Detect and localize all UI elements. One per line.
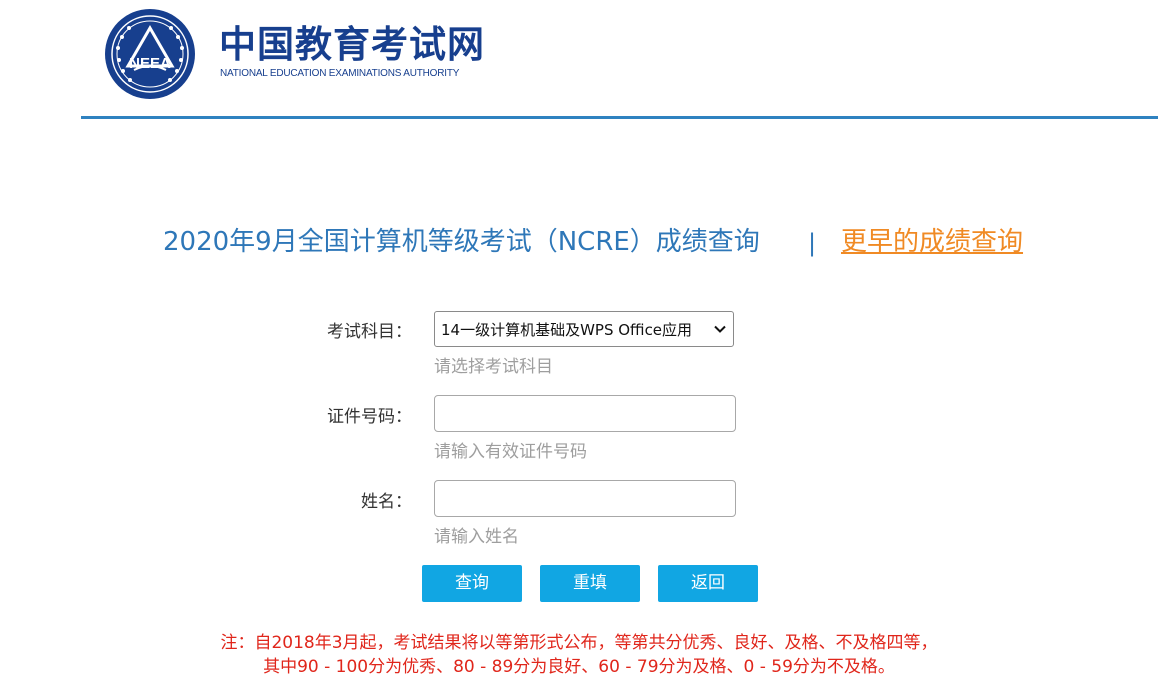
id-number-label: 证件号码： xyxy=(327,407,412,427)
chevron-down-icon xyxy=(714,325,726,333)
header-divider-line xyxy=(81,116,1158,119)
name-label: 姓名： xyxy=(361,492,412,512)
subject-selected-value: 14一级计算机基础及WPS Office应用 xyxy=(441,320,693,339)
back-button[interactable]: 返回 xyxy=(658,565,758,602)
site-name-english: NATIONAL EDUCATION EXAMINATIONS AUTHORIT… xyxy=(220,68,460,79)
reset-button[interactable]: 重填 xyxy=(540,565,640,602)
name-input[interactable] xyxy=(434,480,736,517)
name-hint: 请输入姓名 xyxy=(434,527,519,547)
title-separator: | xyxy=(808,229,817,257)
subject-select[interactable]: 14一级计算机基础及WPS Office应用 xyxy=(434,311,734,347)
neea-emblem-logo[interactable]: NEEA xyxy=(104,8,196,100)
site-header: NEEA 中国教育考试网 NATIONAL EDUCATION EXAMINAT… xyxy=(0,0,1158,119)
query-button[interactable]: 查询 xyxy=(422,565,522,602)
grading-note-line-1: 注：自2018年3月起，考试结果将以等第形式公布，等第共分优秀、良好、及格、不及… xyxy=(220,633,938,653)
id-number-input[interactable] xyxy=(434,395,736,432)
id-number-hint: 请输入有效证件号码 xyxy=(434,442,587,462)
title-row: 2020年9月全国计算机等级考试（NCRE）成绩查询 | 更早的成绩查询 xyxy=(0,222,1158,262)
subject-label: 考试科目： xyxy=(327,322,412,342)
subject-hint: 请选择考试科目 xyxy=(434,357,553,377)
page-title: 2020年9月全国计算机等级考试（NCRE）成绩查询 xyxy=(163,227,760,257)
site-name-chinese: 中国教育考试网 xyxy=(219,23,485,66)
grading-note-line-2: 其中90 - 100分为优秀、80 - 89分为良好、60 - 79分为及格、0… xyxy=(263,657,895,677)
earlier-scores-link[interactable]: 更早的成绩查询 xyxy=(841,222,1023,262)
svg-text:NEEA: NEEA xyxy=(129,55,171,72)
